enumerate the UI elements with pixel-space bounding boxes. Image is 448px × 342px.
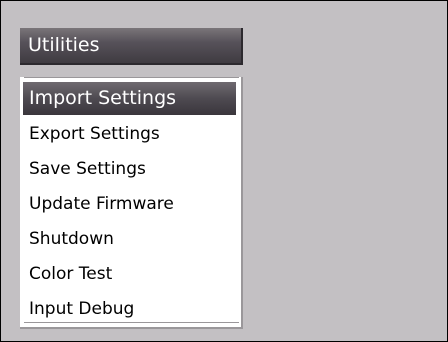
- menu-item-import-settings[interactable]: Import Settings: [23, 82, 236, 115]
- menu-item-export-settings[interactable]: Export Settings: [23, 117, 236, 152]
- menu-item-shutdown[interactable]: Shutdown: [23, 222, 236, 257]
- utilities-menu-list: Import Settings Export Settings Save Set…: [20, 77, 243, 329]
- menu-title: Utilities: [20, 28, 243, 65]
- menu-item-save-settings[interactable]: Save Settings: [23, 152, 236, 187]
- menu-item-update-firmware[interactable]: Update Firmware: [23, 187, 236, 222]
- menu-item-color-test[interactable]: Color Test: [23, 257, 236, 292]
- device-screen: Utilities Import Settings Export Setting…: [0, 0, 448, 342]
- menu-item-input-debug[interactable]: Input Debug: [23, 292, 236, 327]
